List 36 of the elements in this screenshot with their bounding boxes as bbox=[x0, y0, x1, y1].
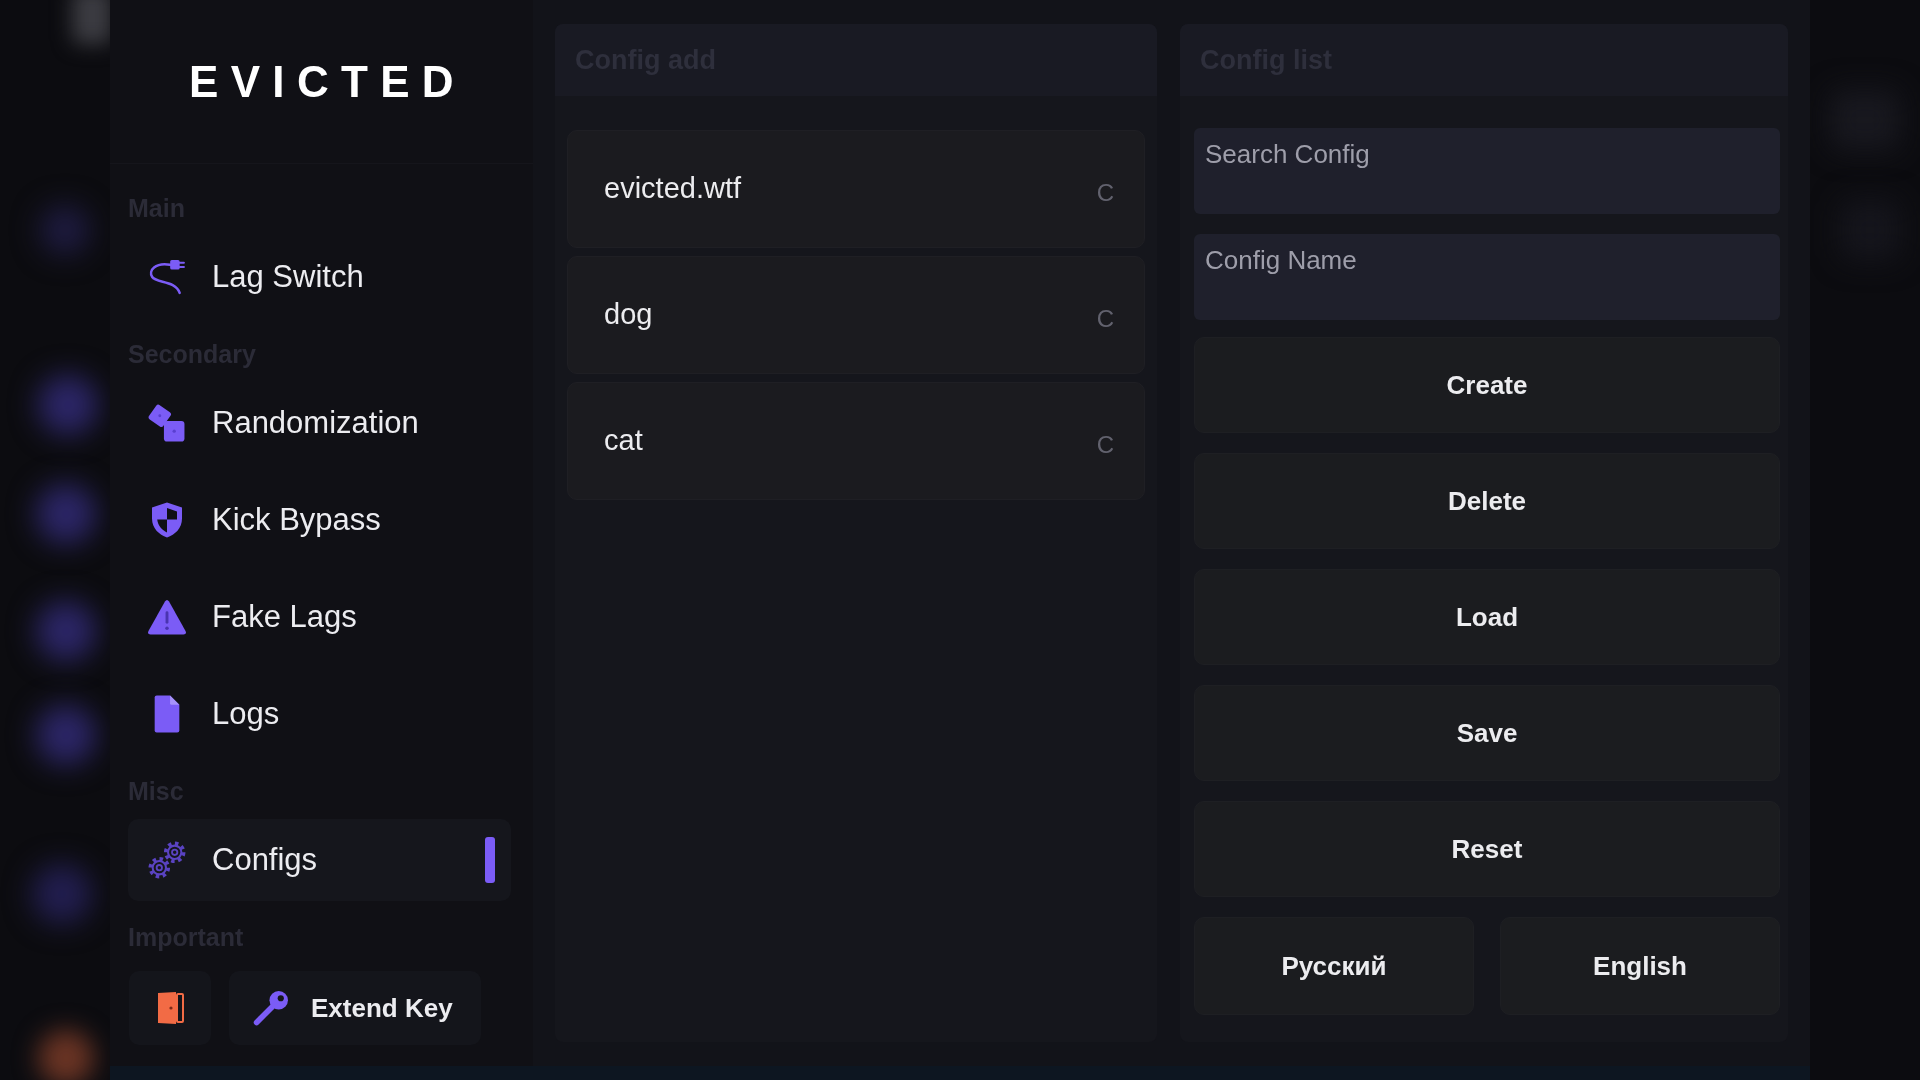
item-suffix: C bbox=[1096, 178, 1114, 208]
config-name: cat bbox=[604, 423, 643, 459]
language-button[interactable]: English bbox=[1500, 917, 1780, 1015]
cable-icon bbox=[148, 259, 186, 295]
dice-icon bbox=[148, 404, 186, 442]
key-icon bbox=[253, 990, 289, 1026]
item-suffix: C bbox=[1096, 430, 1114, 460]
selected-indicator bbox=[485, 837, 495, 883]
config-item[interactable]: evicted.wtf C bbox=[567, 130, 1145, 248]
nav-item[interactable]: Configs bbox=[128, 819, 511, 901]
warning-icon bbox=[147, 599, 187, 635]
action-button[interactable]: Save bbox=[1194, 685, 1780, 781]
nav-item[interactable]: Kick Bypass bbox=[128, 479, 511, 561]
file-icon bbox=[153, 695, 181, 733]
logo-text: EVICTED bbox=[188, 56, 466, 107]
input-field[interactable]: Search Config bbox=[1194, 128, 1780, 214]
action-button[interactable]: Load bbox=[1194, 569, 1780, 665]
config-name: evicted.wtf bbox=[604, 171, 741, 207]
config-item[interactable]: cat C bbox=[567, 382, 1145, 500]
item-suffix: C bbox=[1096, 304, 1114, 334]
action-button[interactable]: Create bbox=[1194, 337, 1780, 433]
action-button[interactable]: Reset bbox=[1194, 801, 1780, 897]
action-button[interactable]: Delete bbox=[1194, 453, 1780, 549]
config-item[interactable]: dog C bbox=[567, 256, 1145, 374]
config-name: dog bbox=[604, 297, 653, 333]
nav-item[interactable]: Randomization bbox=[128, 382, 511, 464]
nav-item[interactable]: Logs bbox=[128, 673, 511, 755]
door-icon bbox=[156, 991, 184, 1025]
nav-item[interactable]: Fake Lags bbox=[128, 576, 511, 658]
language-button[interactable]: Русский bbox=[1194, 917, 1474, 1015]
key-button[interactable]: Extend Key bbox=[229, 971, 481, 1045]
nav-item[interactable]: Lag Switch bbox=[128, 236, 511, 318]
shield-icon bbox=[151, 501, 183, 539]
gears-icon bbox=[147, 840, 187, 880]
input-field[interactable]: Config Name bbox=[1194, 234, 1780, 320]
exit-button[interactable] bbox=[129, 971, 211, 1045]
